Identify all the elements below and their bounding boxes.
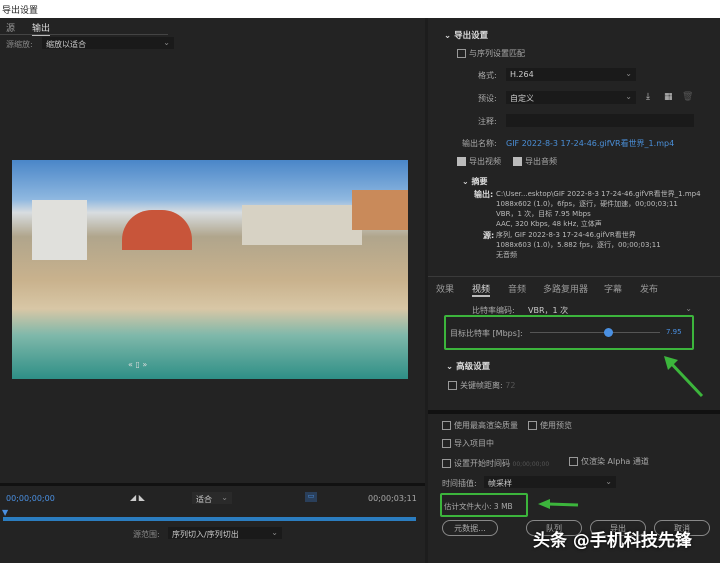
match-sequence-checkbox[interactable]: 与序列设置匹配	[457, 48, 525, 59]
output-name-link[interactable]: GIF 2022-8-3 17-24-46.gifVR看世界_1.mp4	[506, 138, 674, 149]
import-preset-icon[interactable]: ▦	[664, 92, 673, 102]
tab-effects[interactable]: 效果	[436, 282, 454, 295]
tab-multiplexer[interactable]: 多路复用器	[543, 282, 588, 295]
start-timecode-checkbox[interactable]: 设置开始时间码 00;00;00;00	[442, 458, 549, 469]
preview-panel: 源 输出 源缩放: 缩放以适合 ⌄ « ▯ » 00;00;00;00 ◢ ◣ 适…	[0, 18, 425, 563]
source-scale-label: 源缩放:	[6, 40, 33, 49]
time-interpolation-dropdown[interactable]: 帧采样 ⌄	[484, 476, 616, 488]
format-dropdown[interactable]: H.264 ⌄	[506, 68, 636, 81]
green-arrow-icon	[538, 499, 579, 509]
preset-dropdown[interactable]: 自定义 ⌄	[506, 91, 636, 104]
summary-source: 序列, GIF 2022-8-3 17-24-46.gifVR看世界 1088x6…	[496, 231, 661, 259]
source-range-label: 源范围:	[133, 530, 160, 539]
source-scale-value: 缩放以适合	[46, 40, 86, 49]
metadata-button[interactable]: 元数据...	[442, 520, 498, 536]
delete-preset-icon[interactable]: 🗑	[682, 92, 693, 102]
green-arrow-icon	[664, 356, 704, 398]
format-label: 格式:	[478, 71, 497, 80]
time-interpolation-label: 时间插值:	[442, 479, 477, 488]
window-title: 导出设置	[0, 0, 720, 18]
export-audio-checkbox[interactable]: 导出音频	[513, 156, 557, 167]
tab-audio[interactable]: 音频	[508, 282, 526, 295]
target-bitrate-slider[interactable]	[530, 332, 660, 333]
preview-image	[12, 160, 408, 379]
import-project-checkbox[interactable]: 导入项目中	[442, 438, 494, 449]
tab-video[interactable]: 视频	[472, 282, 491, 297]
aspect-icon[interactable]: ▭	[305, 492, 317, 502]
playhead-icon[interactable]: ▼	[2, 508, 8, 517]
timecode-start[interactable]: 00;00;00;00	[6, 494, 55, 503]
source-range-value: 序列切入/序列切出	[172, 530, 239, 539]
output-name-label: 输出名称:	[462, 139, 497, 148]
summary-header[interactable]: ⌄ 摘要	[462, 176, 488, 187]
slider-thumb[interactable]	[604, 328, 613, 337]
preset-label: 预设:	[478, 94, 497, 103]
fit-value: 适合	[196, 495, 212, 504]
chevron-down-icon: ⌄	[163, 38, 170, 47]
export-settings-header[interactable]: ⌄ 导出设置	[444, 29, 488, 41]
render-alpha-checkbox[interactable]: 仅渲染 Alpha 通道	[569, 456, 649, 467]
target-bitrate-label: 目标比特率 [Mbps]:	[450, 329, 523, 338]
max-render-quality-checkbox[interactable]: 使用最高渲染质量	[442, 420, 518, 431]
advanced-settings-header[interactable]: ⌄ 高级设置	[446, 360, 490, 372]
use-previews-checkbox[interactable]: 使用预览	[528, 420, 572, 431]
export-video-checkbox[interactable]: 导出视频	[457, 156, 501, 167]
timecode-end: 00;00;03;11	[368, 494, 417, 503]
summary-output: C:\User...esktop\GIF 2022-8-3 17-24-46.g…	[496, 190, 701, 228]
keyframe-checkbox[interactable]: 关键帧距离: 72	[448, 380, 515, 391]
tab-source[interactable]: 源	[6, 21, 15, 34]
target-bitrate-value[interactable]: 7.95	[666, 328, 682, 336]
mark-in-out-icons[interactable]: ◢ ◣	[130, 493, 145, 502]
comment-input[interactable]	[506, 114, 694, 127]
estimated-file-size: 估计文件大小: 3 MB	[444, 502, 513, 511]
comment-label: 注释:	[478, 117, 497, 126]
tab-captions[interactable]: 字幕	[604, 282, 622, 295]
source-scale-dropdown[interactable]: 缩放以适合 ⌄	[42, 37, 174, 49]
save-preset-icon[interactable]: ⤓	[646, 92, 650, 102]
tab-publish[interactable]: 发布	[640, 282, 658, 295]
bitrate-encoding-dropdown[interactable]: VBR，1 次 ⌄	[524, 303, 696, 315]
fit-dropdown[interactable]: 适合 ⌄	[192, 492, 232, 504]
source-range-dropdown[interactable]: 序列切入/序列切出 ⌄	[168, 527, 282, 539]
carousel-nav[interactable]: « ▯ »	[128, 360, 147, 369]
summary-output-label: 输出:	[474, 190, 494, 199]
settings-panel: ⌄ 导出设置 与序列设置匹配 格式: H.264 ⌄ 预设: 自定义 ⌄ ⤓ ▦ 🗑…	[428, 18, 720, 563]
summary-source-label: 源:	[483, 231, 495, 240]
watermark: 头条 @手机科技先锋	[533, 531, 692, 551]
timeline-scrubber[interactable]	[3, 517, 416, 521]
